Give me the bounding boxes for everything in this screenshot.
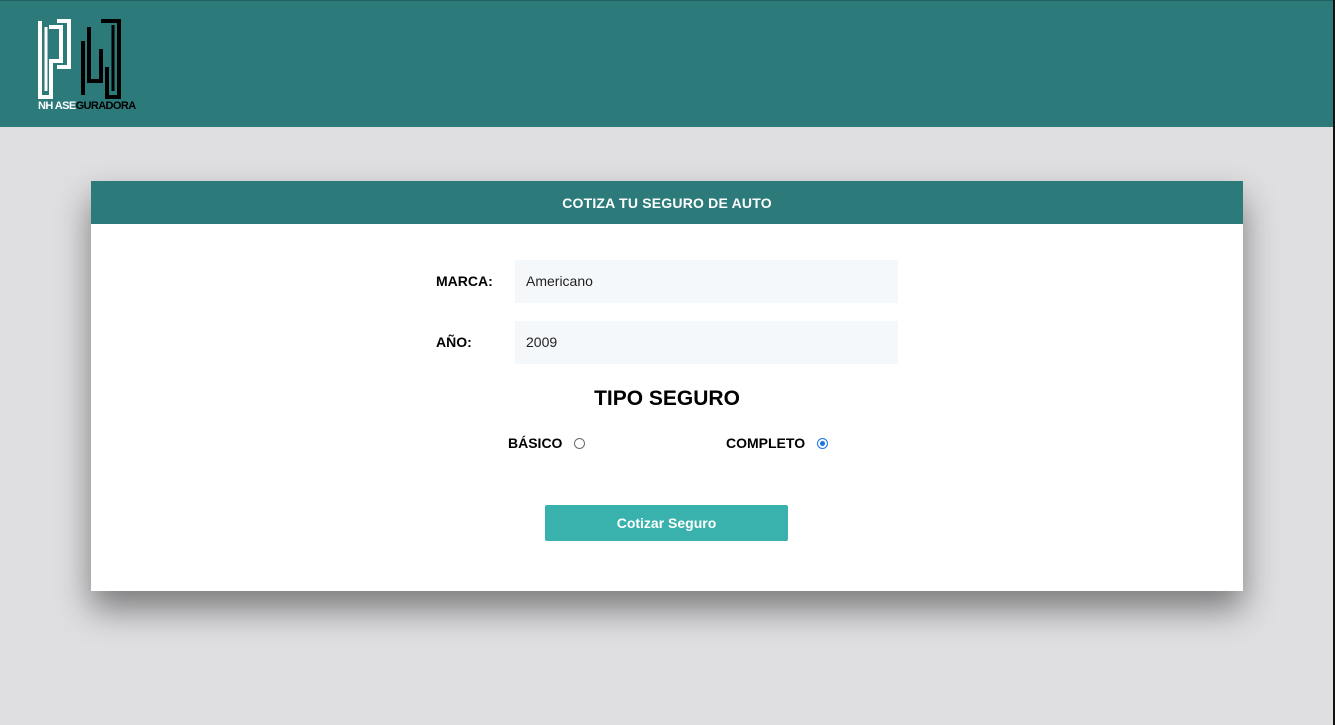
logo-wordmark: NH ASEGURADORA <box>38 100 136 112</box>
card-header: COTIZA TU SEGURO DE AUTO <box>91 181 1243 224</box>
radio-label-basico: BÁSICO <box>508 435 563 451</box>
radio-label-completo: COMPLETO <box>726 435 806 451</box>
radio-basico[interactable] <box>574 437 586 449</box>
marca-row: MARCA: Americano <box>436 260 898 303</box>
top-header: NH ASEGURADORA <box>0 0 1333 127</box>
company-logo[interactable]: NH ASEGURADORA <box>37 19 136 113</box>
anio-row: AÑO: 2009 <box>436 321 898 364</box>
anio-label: AÑO: <box>436 334 472 350</box>
nh-monogram-logo-icon <box>38 19 121 99</box>
radio-option-completo[interactable]: COMPLETO <box>726 435 829 451</box>
logo-text-dark: GURADORA <box>75 100 137 112</box>
radio-option-basico[interactable]: BÁSICO <box>508 435 586 451</box>
marca-select[interactable]: Americano <box>515 260 898 303</box>
anio-select[interactable]: 2009 <box>515 321 898 364</box>
quote-form-card: COTIZA TU SEGURO DE AUTO MARCA: American… <box>91 181 1243 591</box>
radio-completo[interactable] <box>817 437 829 449</box>
logo-text-light: NH ASE <box>38 100 76 112</box>
card-title: COTIZA TU SEGURO DE AUTO <box>562 194 772 211</box>
cotizar-seguro-button[interactable]: Cotizar Seguro <box>545 505 788 541</box>
tipo-seguro-heading: TIPO SEGURO <box>594 387 740 410</box>
marca-label: MARCA: <box>436 273 493 289</box>
